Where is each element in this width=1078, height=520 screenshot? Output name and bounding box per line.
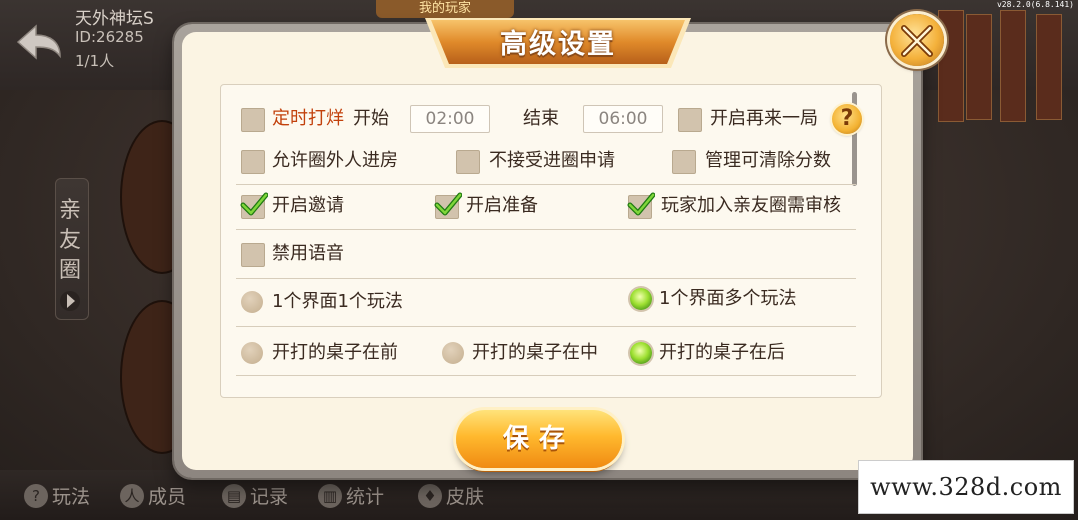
tables-middle-radio[interactable] xyxy=(442,342,464,364)
bottom-nav-label: 皮肤 xyxy=(446,486,485,508)
help-button[interactable]: ? xyxy=(832,104,862,134)
end-time-input[interactable]: 06:00 xyxy=(583,105,663,133)
club-member-count: 1/1人 xyxy=(75,52,115,70)
checkmark-icon xyxy=(627,192,655,216)
tables-front-radio[interactable] xyxy=(241,342,263,364)
watermark: www.328d.com xyxy=(858,460,1074,514)
reject-join-label: 不接受进圈申请 xyxy=(489,150,615,171)
version-label: v28.2.0(6.8.141) xyxy=(996,0,1074,9)
replay-checkbox[interactable] xyxy=(678,108,702,132)
tables-front-label: 开打的桌子在前 xyxy=(272,342,398,363)
start-time-input[interactable]: 02:00 xyxy=(410,105,490,133)
dialog-title: 高级设置 xyxy=(500,29,616,60)
club-id: ID:26285 xyxy=(75,28,144,46)
timed-close-checkbox[interactable] xyxy=(241,108,265,132)
enable-invite-label: 开启邀请 xyxy=(272,195,344,216)
play-arrow-icon xyxy=(60,288,80,314)
enable-invite-checkbox[interactable] xyxy=(240,192,268,219)
close-icon xyxy=(901,25,933,57)
one-game-per-screen-radio[interactable] xyxy=(241,291,263,313)
start-time-label: 开始 xyxy=(353,108,389,129)
bottom-nav-stats[interactable]: ▥ 统计 xyxy=(318,482,384,509)
bottom-nav-records[interactable]: ▤ 记录 xyxy=(222,482,288,509)
replay-label: 开启再来一局 xyxy=(710,108,818,129)
bottom-nav-label: 成员 xyxy=(148,486,187,508)
stats-icon: ▥ xyxy=(318,483,342,508)
end-time-label: 结束 xyxy=(523,108,559,129)
multi-game-per-screen-label: 1个界面多个玩法 xyxy=(659,288,797,309)
allow-outsiders-checkbox[interactable] xyxy=(241,150,265,174)
row-divider xyxy=(236,184,856,185)
timed-close-label: 定时打烊 xyxy=(272,108,344,129)
bottom-nav-label: 玩法 xyxy=(52,486,91,508)
row-divider xyxy=(236,278,856,279)
question-icon: ? xyxy=(24,483,48,508)
checkmark-icon xyxy=(434,192,462,216)
back-arrow-icon[interactable] xyxy=(14,22,64,62)
tables-middle-label: 开打的桌子在中 xyxy=(472,342,598,363)
allow-outsiders-label: 允许圈外人进房 xyxy=(272,150,398,171)
row-divider xyxy=(236,375,856,376)
bottom-nav-members[interactable]: 人 成员 xyxy=(120,482,186,509)
enable-ready-checkbox[interactable] xyxy=(434,192,462,219)
reject-join-checkbox[interactable] xyxy=(456,150,480,174)
admin-clear-score-label: 管理可清除分数 xyxy=(705,150,831,171)
join-review-checkbox[interactable] xyxy=(627,192,655,219)
one-game-per-screen-label: 1个界面1个玩法 xyxy=(272,291,403,312)
close-button[interactable] xyxy=(890,14,944,66)
bottom-nav-label: 统计 xyxy=(346,486,385,508)
club-name: 天外神坛S xyxy=(75,9,154,29)
tables-back-label: 开打的桌子在后 xyxy=(659,342,785,363)
enable-ready-label: 开启准备 xyxy=(466,195,538,216)
bottom-nav-label: 记录 xyxy=(250,486,289,508)
multi-game-per-screen-radio[interactable] xyxy=(630,288,652,310)
join-review-label: 玩家加入亲友圈需审核 xyxy=(661,195,841,216)
bottom-nav-skin[interactable]: ♦ 皮肤 xyxy=(418,482,484,509)
skin-icon: ♦ xyxy=(418,483,442,508)
save-button[interactable]: 保存 xyxy=(456,410,622,468)
bottom-nav-rules[interactable]: ? 玩法 xyxy=(24,482,90,509)
records-icon: ▤ xyxy=(222,483,246,508)
checkmark-icon xyxy=(240,192,268,216)
tables-back-radio[interactable] xyxy=(630,342,652,364)
disable-voice-checkbox[interactable] xyxy=(241,243,265,267)
row-divider xyxy=(236,229,856,230)
admin-clear-score-checkbox[interactable] xyxy=(672,150,696,174)
row-divider xyxy=(236,326,856,327)
disable-voice-label: 禁用语音 xyxy=(272,243,344,264)
person-icon: 人 xyxy=(120,483,144,508)
club-side-tab-label: 亲友圈 xyxy=(58,198,81,283)
